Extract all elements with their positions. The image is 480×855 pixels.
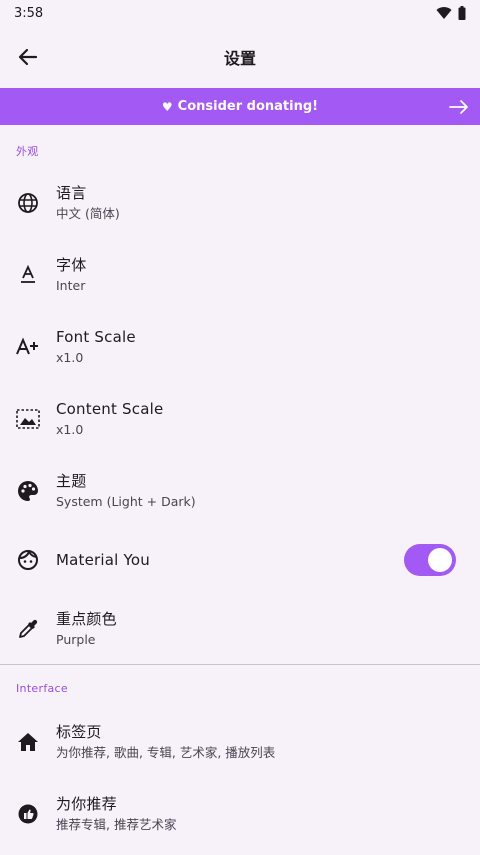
back-button[interactable] <box>14 43 42 71</box>
font-scale-icon <box>16 335 40 359</box>
setting-subtitle: 为你推荐, 歌曲, 专辑, 艺术家, 播放列表 <box>56 745 276 760</box>
content-scale-icon <box>16 407 40 431</box>
setting-texts: Content Scale x1.0 <box>56 399 163 439</box>
section-divider <box>0 664 480 665</box>
font-icon <box>16 263 40 287</box>
setting-title: 为你推荐 <box>56 795 117 813</box>
home-icon <box>16 730 40 754</box>
palette-icon <box>16 479 40 503</box>
setting-texts: 主题 System (Light + Dark) <box>56 471 196 511</box>
setting-texts: Font Scale x1.0 <box>56 327 136 367</box>
setting-title: 重点颜色 <box>56 610 117 628</box>
face-icon <box>16 548 40 572</box>
setting-texts: 为你推荐 推荐专辑, 推荐艺术家 <box>56 794 176 834</box>
page-title: 设置 <box>223 49 256 68</box>
app-bar: 设置 <box>0 26 480 88</box>
setting-title: 字体 <box>56 256 87 274</box>
donate-label: Consider donating! <box>177 99 319 114</box>
setting-texts: 语言 中文 (简体) <box>56 183 120 223</box>
setting-subtitle: x1.0 <box>56 422 84 437</box>
setting-subtitle: 中文 (简体) <box>56 206 120 221</box>
arrow-forward-icon[interactable] <box>448 96 470 118</box>
setting-texts: Material You <box>56 550 150 570</box>
setting-texts: 标签页 为你推荐, 歌曲, 专辑, 艺术家, 播放列表 <box>56 722 275 762</box>
setting-material-you[interactable]: Material You <box>0 540 480 580</box>
status-icons <box>436 6 466 20</box>
setting-title: 语言 <box>56 184 87 202</box>
switch-knob <box>428 548 452 572</box>
eyedropper-icon <box>16 617 40 641</box>
setting-tabs[interactable]: 标签页 为你推荐, 歌曲, 专辑, 艺术家, 播放列表 <box>0 717 480 767</box>
setting-title: Font Scale <box>56 328 136 346</box>
donate-banner[interactable]: ♥ Consider donating! <box>0 88 480 125</box>
battery-icon <box>458 6 466 20</box>
setting-title: 标签页 <box>56 723 102 741</box>
setting-title: Material You <box>56 551 150 569</box>
globe-icon <box>16 191 40 215</box>
setting-for-you[interactable]: 为你推荐 推荐专辑, 推荐艺术家 <box>0 789 480 839</box>
recommend-icon <box>16 802 40 826</box>
setting-subtitle: System (Light + Dark) <box>56 494 196 509</box>
status-time: 3:58 <box>14 5 44 21</box>
setting-font-scale[interactable]: Font Scale x1.0 <box>0 322 480 372</box>
setting-title: Content Scale <box>56 400 164 418</box>
section-header-interface: Interface <box>16 682 68 695</box>
heart-icon: ♥ <box>161 99 173 114</box>
setting-texts: 字体 Inter <box>56 255 86 295</box>
setting-title: 主题 <box>56 472 87 490</box>
setting-font[interactable]: 字体 Inter <box>0 250 480 300</box>
setting-subtitle: x1.0 <box>56 350 84 365</box>
setting-subtitle: Purple <box>56 632 96 647</box>
setting-subtitle: Inter <box>56 278 86 293</box>
section-header-appearance: 外观 <box>16 145 39 158</box>
setting-subtitle: 推荐专辑, 推荐艺术家 <box>56 817 177 832</box>
setting-theme[interactable]: 主题 System (Light + Dark) <box>0 466 480 516</box>
setting-content-scale[interactable]: Content Scale x1.0 <box>0 394 480 444</box>
arrow-back-icon <box>18 48 38 66</box>
setting-language[interactable]: 语言 中文 (简体) <box>0 178 480 228</box>
material-you-switch[interactable] <box>404 544 456 576</box>
setting-texts: 重点颜色 Purple <box>56 609 117 649</box>
status-bar: 3:58 <box>0 0 480 26</box>
wifi-icon <box>436 7 452 20</box>
setting-accent-color[interactable]: 重点颜色 Purple <box>0 604 480 654</box>
